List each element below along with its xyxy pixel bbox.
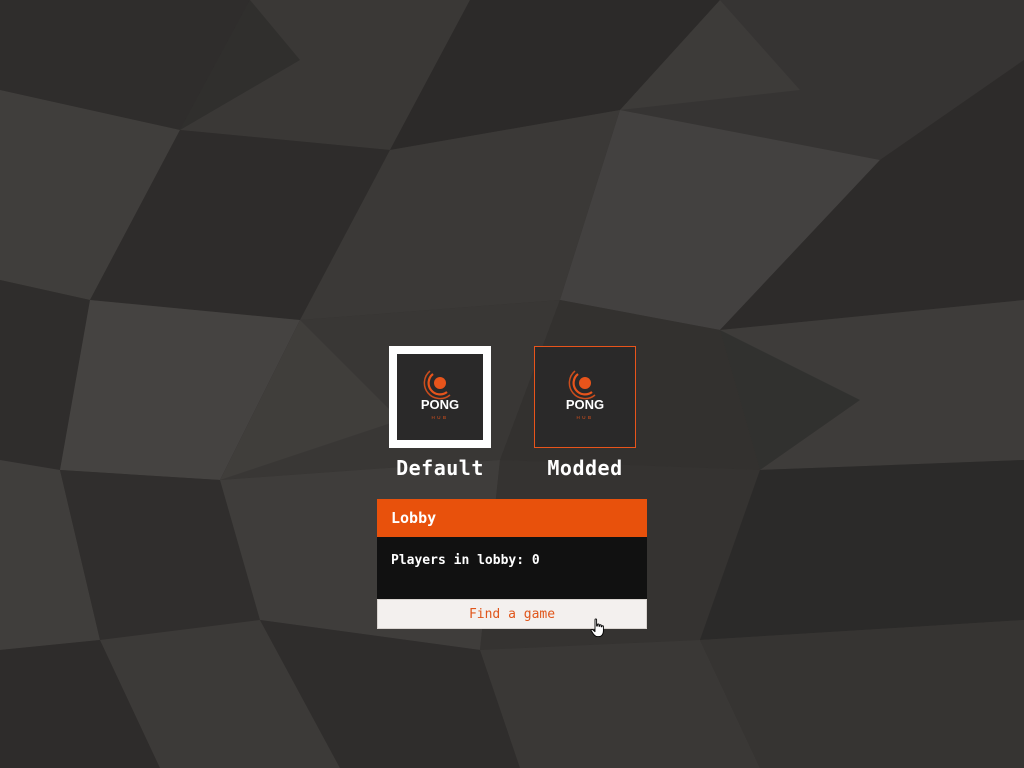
hand-pointer-cursor-icon: [590, 618, 604, 638]
mode-tile-modded[interactable]: PONG HUB: [534, 346, 636, 448]
mode-option-default[interactable]: PONG HUB Default: [375, 346, 505, 480]
players-in-lobby-text: Players in lobby: 0: [391, 553, 540, 568]
lobby-body: Players in lobby: 0: [377, 537, 647, 599]
logo-subtext: HUB: [576, 415, 593, 420]
lobby-title: Lobby: [377, 499, 647, 537]
logo-text: PONG: [566, 397, 604, 412]
mode-option-modded[interactable]: PONG HUB Modded: [520, 346, 650, 480]
pong-hub-logo-icon: PONG HUB: [566, 370, 604, 420]
find-game-button[interactable]: Find a game: [377, 599, 647, 629]
low-poly-background: [0, 0, 1024, 768]
mode-tile-default[interactable]: PONG HUB: [389, 346, 491, 448]
mode-label-modded: Modded: [547, 456, 623, 480]
mode-label-default: Default: [396, 456, 484, 480]
lobby-panel: Lobby Players in lobby: 0 Find a game: [377, 499, 647, 629]
pong-hub-logo-icon: PONG HUB: [421, 370, 459, 420]
logo-text: PONG: [421, 397, 459, 412]
logo-subtext: HUB: [431, 415, 448, 420]
